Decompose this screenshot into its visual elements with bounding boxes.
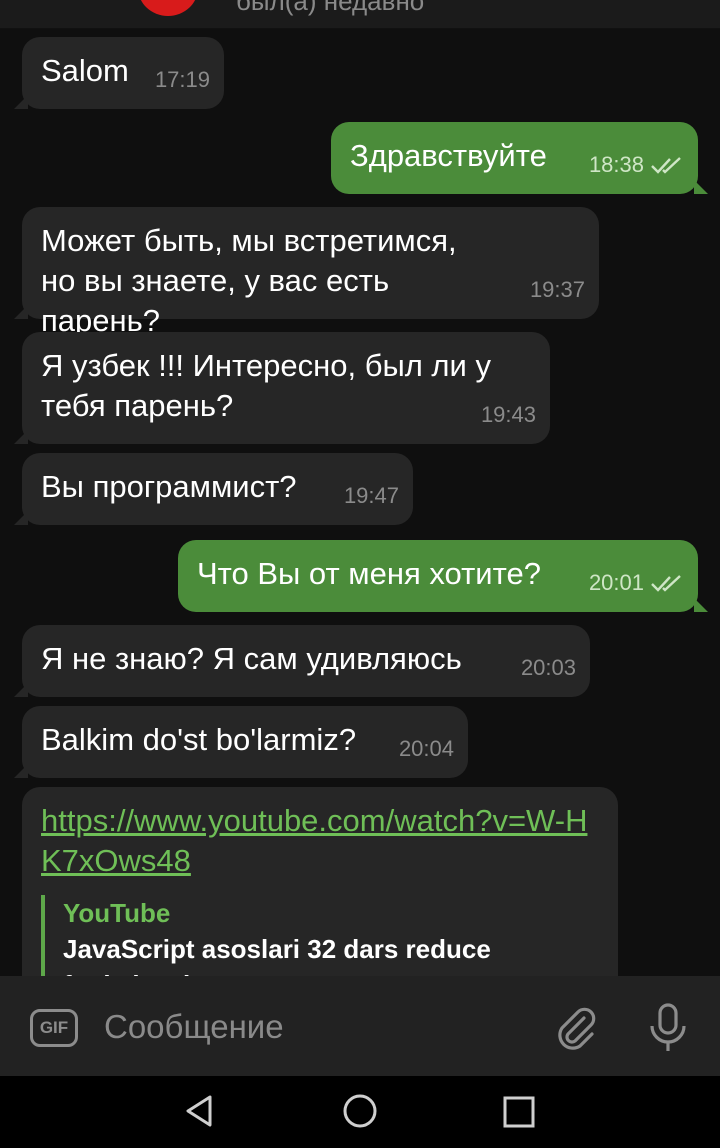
message-time: 19:37 [529, 277, 585, 302]
message-time: 19:47 [343, 483, 399, 508]
last-seen-status: был(а) недавно [236, 0, 425, 16]
message-bubble[interactable]: Здравствуйте 18:38 [331, 122, 708, 194]
message-bubble[interactable]: Вы программист? 19:47 [14, 453, 413, 525]
system-navigation-bar [0, 1076, 720, 1148]
message-time: 20:01 [588, 570, 644, 595]
link-preview[interactable]: YouTube JavaScript asoslari 32 dars redu… [41, 895, 594, 976]
double-check-icon [651, 575, 681, 592]
message-time: 20:04 [398, 736, 454, 761]
message-link[interactable]: https://www.youtube.com/watch?v=W-HK7xOw… [41, 801, 594, 881]
gif-button[interactable]: GIF [30, 1009, 78, 1047]
message-text: Я не знаю? Я сам удивляюсь [41, 641, 462, 676]
microphone-icon[interactable] [646, 1002, 690, 1054]
recents-square-icon[interactable] [502, 1095, 536, 1129]
avatar[interactable] [138, 0, 198, 16]
back-triangle-icon[interactable] [182, 1093, 218, 1129]
message-time: 17:19 [154, 67, 210, 92]
message-text: Balkim do'st bo'larmiz? [41, 722, 357, 757]
chat-header[interactable]: был(а) недавно [0, 0, 720, 29]
message-time: 20:03 [520, 655, 576, 680]
message-bubble[interactable]: Что Вы от меня хотите? 20:01 [178, 540, 708, 612]
message-bubble[interactable]: Balkim do'st bo'larmiz? 20:04 [14, 706, 468, 778]
preview-source: YouTube [63, 898, 171, 928]
preview-title: JavaScript asoslari 32 dars reduce funks… [63, 934, 491, 976]
link-message-bubble[interactable]: https://www.youtube.com/watch?v=W-HK7xOw… [22, 787, 618, 976]
message-text: Может быть, мы встретимся, но вы знаете,… [41, 223, 457, 338]
double-check-icon [651, 157, 681, 174]
message-text: Вы программист? [41, 469, 297, 504]
paperclip-icon[interactable] [552, 1004, 598, 1052]
message-input[interactable]: Сообщение [104, 1008, 284, 1046]
message-bubble[interactable]: Salom 17:19 [14, 37, 224, 109]
message-time: 19:43 [480, 402, 536, 427]
message-time: 18:38 [588, 152, 644, 177]
message-list[interactable]: Salom 17:19 Здравствуйте 18:38 Может быт… [0, 28, 720, 976]
message-bubble[interactable]: Я узбек !!! Интересно, был ли у тебя пар… [14, 332, 550, 444]
message-bubble[interactable]: Я не знаю? Я сам удивляюсь 20:03 [14, 625, 590, 697]
message-text: Я узбек !!! Интересно, был ли у тебя пар… [41, 348, 491, 423]
home-circle-icon[interactable] [342, 1093, 378, 1129]
message-bubble[interactable]: Может быть, мы встретимся, но вы знаете,… [14, 207, 599, 338]
